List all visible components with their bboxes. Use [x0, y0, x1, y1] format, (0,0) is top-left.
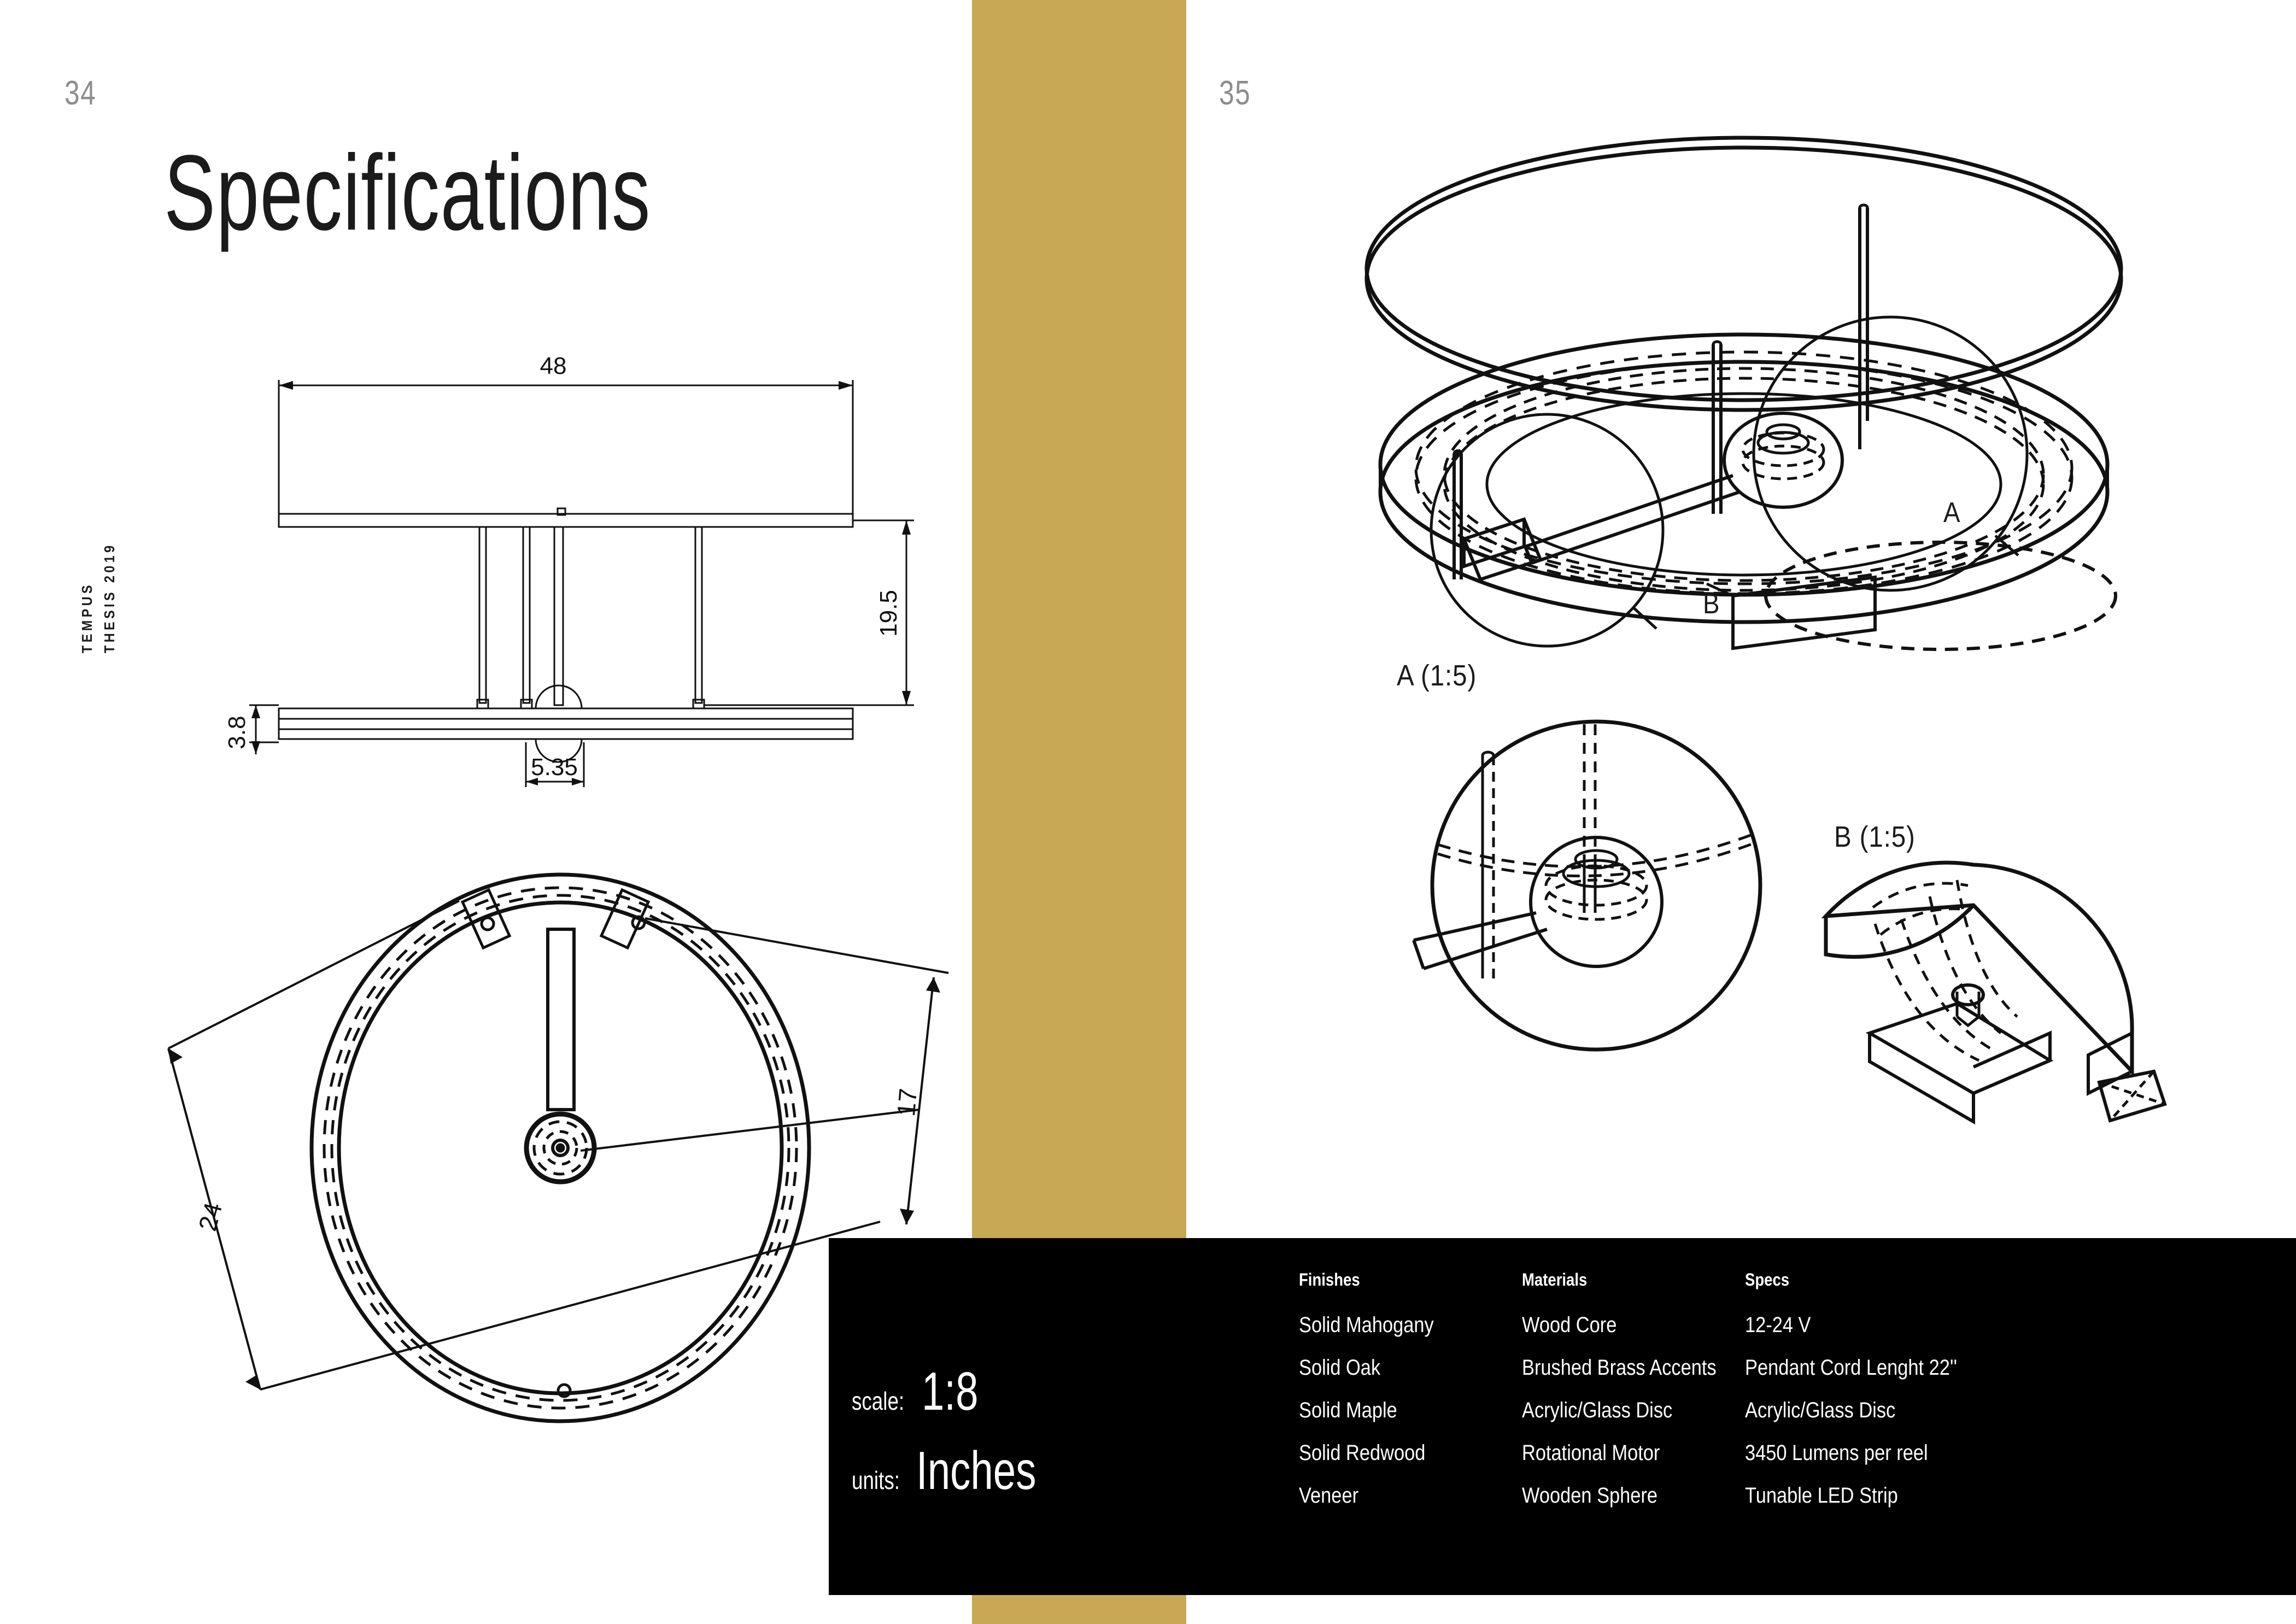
list-item: Acrylic/Glass Disc [1745, 1398, 1896, 1422]
dim-24: 24 [193, 1199, 227, 1234]
dim-19-5: 19.5 [875, 590, 902, 637]
list-item: Veneer [1299, 1484, 1359, 1508]
units-key: units: [852, 1466, 900, 1494]
list-item: Acrylic/Glass Disc [1522, 1398, 1673, 1422]
spine-label: TEMPUS THESIS 2019 [60, 473, 120, 653]
detail-a-drawing [1367, 656, 1815, 1060]
page-number-left: 34 [65, 74, 97, 112]
list-item: Tunable LED Strip [1745, 1484, 1898, 1508]
scale-value: 1:8 [922, 1361, 979, 1421]
list-item: Brushed Brass Accents [1522, 1356, 1717, 1380]
spec-columns: Finishes Solid Mahogany Solid Oak Solid … [1299, 1270, 2296, 1595]
units-value: Inches [916, 1440, 1036, 1500]
list-item: Solid Maple [1299, 1398, 1397, 1422]
list-item: Wood Core [1522, 1313, 1617, 1337]
elevation-drawing: 48 19.5 3.8 5.35 [219, 350, 940, 798]
dim-3-8: 3.8 [224, 716, 250, 749]
list-item: Solid Redwood [1299, 1441, 1426, 1465]
detail-a-label: A (1:5) [1397, 659, 1477, 692]
list-item: Wooden Sphere [1522, 1484, 1657, 1508]
column-header: Specs [1745, 1270, 1790, 1289]
column-header: Materials [1522, 1270, 1588, 1289]
isometric-drawing [1219, 115, 2285, 711]
scale-units-block: scale: 1:8 units: Inches [852, 1361, 1191, 1526]
list-item: 3450 Lumens per reel [1745, 1441, 1928, 1465]
detail-b-label: B (1:5) [1834, 820, 1916, 853]
units-row: units: Inches [852, 1440, 1191, 1500]
callout-label-a: A [1943, 497, 1961, 529]
page-spread: 34 35 Specifications TEMPUS THESIS 2019 [0, 0, 2296, 1624]
spec-column-finishes: Finishes Solid Mahogany Solid Oak Solid … [1299, 1270, 1522, 1595]
spec-column-specs: Specs 12-24 V Pendant Cord Lenght 22'' A… [1745, 1270, 1968, 1595]
spine-line-tempus: TEMPUS [79, 582, 96, 653]
dim-5-35: 5.35 [531, 754, 578, 781]
list-item: Rotational Motor [1522, 1441, 1660, 1465]
scale-row: scale: 1:8 [852, 1361, 1191, 1421]
callout-label-b: B [1703, 588, 1720, 620]
page-title: Specifications [164, 133, 651, 253]
column-header: Finishes [1299, 1270, 1360, 1289]
list-item: Pendant Cord Lenght 22'' [1745, 1356, 1958, 1380]
spine-line-thesis: THESIS 2019 [101, 542, 118, 653]
list-item: Solid Oak [1299, 1356, 1381, 1380]
page-number-right: 35 [1219, 74, 1251, 112]
dim-17: 17 [892, 1087, 922, 1118]
spec-column-materials: Materials Wood Core Brushed Brass Accent… [1522, 1270, 1745, 1595]
list-item: 12-24 V [1745, 1313, 1811, 1337]
scale-key: scale: [852, 1387, 905, 1415]
list-item: Solid Mahogany [1299, 1313, 1434, 1337]
info-panel: scale: 1:8 units: Inches Finishes Solid … [829, 1238, 2296, 1595]
dim-48: 48 [540, 353, 567, 379]
